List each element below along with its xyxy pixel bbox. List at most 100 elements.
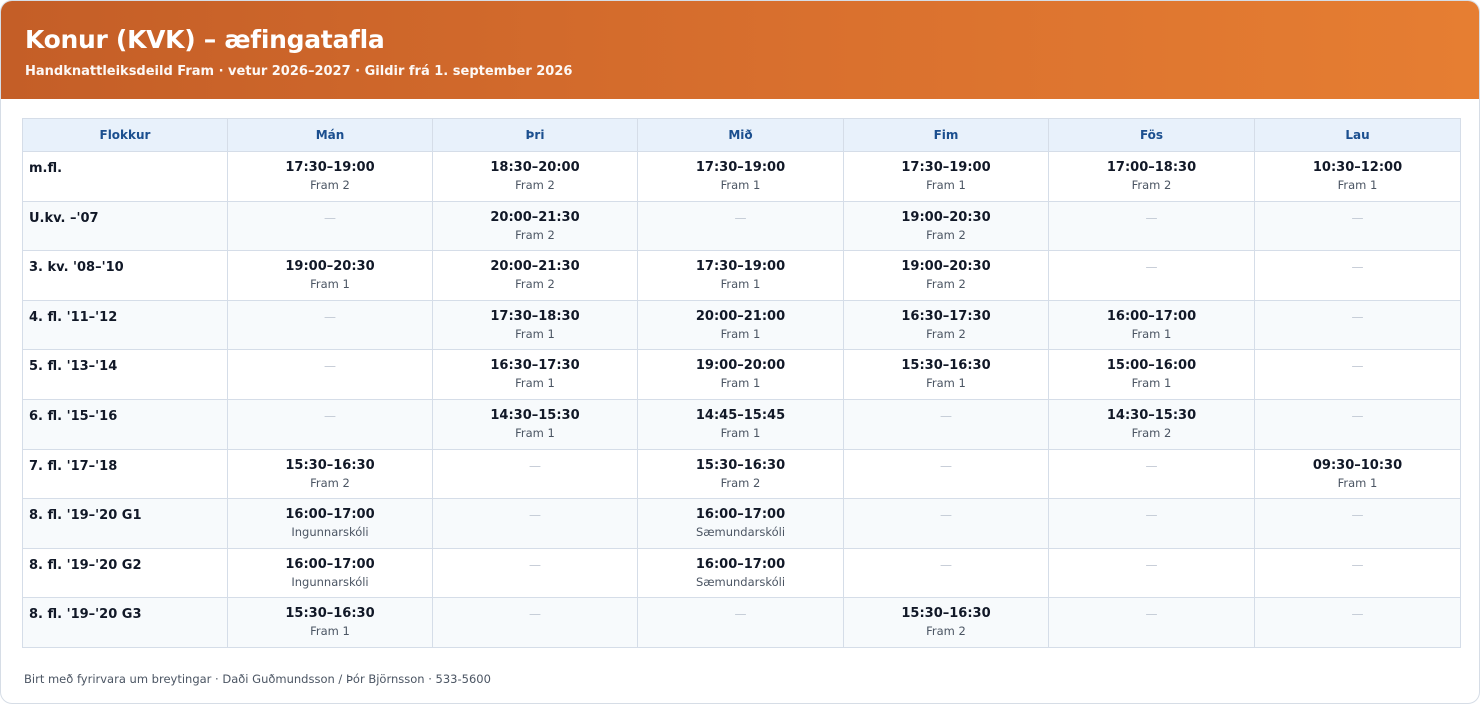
group-name-cell: 8. fl. '19–'20 G3 bbox=[22, 597, 228, 648]
empty-dash: — bbox=[1145, 210, 1158, 225]
session-cell: 14:45–15:45 Fram 1 bbox=[637, 398, 844, 450]
session-location: Fram 1 bbox=[1337, 178, 1378, 192]
empty-cell: — bbox=[432, 597, 638, 648]
table-row: 4. fl. '11–'12—17:30–18:30 Fram 1 20:00–21… bbox=[22, 299, 1461, 351]
group-name-cell: 7. fl. '17–'18 bbox=[22, 448, 228, 500]
table-row: U.kv. –'07 — 20:00–21:30 Fram 2 — 19:00–20:30… bbox=[22, 200, 1461, 252]
session-location: Fram 2 bbox=[515, 277, 555, 292]
session-cell: 16:00–17:00 Sæmundarskóli bbox=[637, 498, 844, 549]
session-location: Fram 1 bbox=[515, 425, 555, 440]
empty-dash: — bbox=[324, 210, 336, 225]
group-name-cell: U.kv. –'07 bbox=[22, 200, 228, 252]
page-title: Konur (KVK) – æfingatafla bbox=[25, 25, 385, 54]
session-time: 17:30–18:30 bbox=[490, 308, 580, 324]
empty-cell: — bbox=[432, 498, 638, 549]
session-time: 16:00–17:00 bbox=[695, 507, 786, 523]
group-name-cell: 8. fl. '19–'20 G1 bbox=[22, 498, 228, 549]
session-cell: 19:00–20:30 Fram 1 bbox=[227, 250, 433, 301]
session-time: 15:30–16:30 bbox=[695, 457, 786, 473]
session-time: 20:00–21:30 bbox=[490, 209, 580, 225]
session-time: 14:30–15:30 bbox=[490, 407, 580, 423]
table-row: 5. fl. '13–'14 — 16:30–17:30 Fram 1 19:00–20… bbox=[22, 349, 1461, 400]
table-row: 8. fl. '19–'20 G2 16:00–17:00 Ingunnarskól… bbox=[22, 547, 1461, 599]
session-cell: 15:30–16:30 Fram 2 bbox=[227, 448, 433, 500]
empty-dash: — bbox=[1351, 508, 1364, 523]
session-cell: 17:30–19:00 Fram 1 bbox=[637, 250, 844, 301]
column-header-day: Þri bbox=[432, 118, 638, 152]
table-body: m.fl. 17:30–19:00 Fram 2 18:30–20:00 Fram 21… bbox=[22, 151, 1461, 648]
header-banner: Konur (KVK) – æfingatafla Handknattleiks… bbox=[1, 1, 1479, 99]
empty-dash: — bbox=[529, 557, 541, 572]
session-location: Ingunnarskóli bbox=[291, 525, 369, 540]
session-cell: 16:00–17:00 Ingunnarskóli bbox=[227, 498, 433, 549]
empty-cell: — bbox=[1048, 547, 1255, 599]
empty-cell: — bbox=[843, 498, 1049, 549]
empty-cell: — bbox=[227, 200, 433, 252]
empty-cell: — bbox=[1254, 498, 1461, 549]
table-row: m.fl. 17:30–19:00 Fram 2 18:30–20:00 Fram 21… bbox=[22, 151, 1461, 202]
session-time: 19:00–20:30 bbox=[285, 259, 375, 275]
empty-cell: — bbox=[637, 200, 844, 252]
session-time: 17:30–19:00 bbox=[695, 160, 786, 175]
session-time: 17:00–18:30 bbox=[1106, 160, 1197, 175]
session-location: Sæmundarskóli bbox=[695, 574, 786, 589]
group-name-cell: 5. fl. '13–'14 bbox=[22, 349, 228, 400]
empty-cell: — bbox=[1048, 250, 1255, 301]
session-time: 17:30–19:00 bbox=[695, 259, 786, 275]
session-location: Fram 2 bbox=[926, 326, 966, 341]
empty-cell: — bbox=[1254, 200, 1461, 252]
empty-dash: — bbox=[1351, 210, 1364, 225]
footer-note: Birt með fyrirvara um breytingar · Daði … bbox=[24, 672, 491, 686]
column-header-day: Mán bbox=[227, 118, 433, 152]
empty-cell: — bbox=[227, 398, 433, 450]
group-name-cell: 3. kv. '08–'10 bbox=[22, 250, 228, 301]
session-time: 14:30–15:30 bbox=[1106, 407, 1197, 423]
column-header-day: Mið bbox=[637, 118, 844, 152]
empty-dash: — bbox=[1145, 557, 1158, 572]
session-time: 15:30–16:30 bbox=[901, 606, 991, 622]
session-location: Fram 2 bbox=[515, 227, 555, 242]
empty-dash: — bbox=[1351, 309, 1364, 324]
session-cell: 16:30–17:30 Fram 1 bbox=[432, 349, 638, 400]
empty-dash: — bbox=[1145, 458, 1158, 473]
empty-dash: — bbox=[529, 607, 541, 622]
session-location: Fram 1 bbox=[1131, 326, 1172, 341]
session-location: Fram 2 bbox=[310, 178, 350, 192]
empty-cell: — bbox=[1048, 200, 1255, 252]
empty-dash: — bbox=[734, 607, 747, 622]
empty-dash: — bbox=[529, 458, 541, 473]
session-time: 16:00–17:00 bbox=[285, 556, 375, 572]
empty-dash: — bbox=[940, 557, 952, 572]
page-subtitle: Handknattleiksdeild Fram · vetur 2026–20… bbox=[25, 64, 573, 79]
session-location: Fram 2 bbox=[926, 277, 966, 292]
empty-dash: — bbox=[940, 508, 952, 523]
session-cell: 15:30–16:30 Fram 1 bbox=[227, 597, 433, 648]
session-location: Fram 1 bbox=[310, 624, 350, 639]
session-location: Fram 1 bbox=[720, 376, 761, 391]
session-time: 20:00–21:30 bbox=[490, 259, 580, 275]
table-header-row: Flokkur Mán Þri Mið Fim Fös Lau bbox=[22, 118, 1461, 152]
session-cell: 17:30–18:30 Fram 1 bbox=[432, 299, 638, 351]
session-cell: 14:30–15:30 Fram 1 bbox=[432, 398, 638, 450]
session-time: 19:00–20:30 bbox=[901, 209, 991, 225]
session-time: 15:00–16:00 bbox=[1106, 358, 1197, 374]
session-location: Fram 1 bbox=[515, 376, 555, 391]
table-row: 7. fl. '17–'18 15:30–16:30 Fram 2 — 15:30–16… bbox=[22, 448, 1461, 500]
empty-cell: — bbox=[1048, 597, 1255, 648]
table-row: 8. fl. '19–'20 G1 16:00–17:00 Ingunnarskól… bbox=[22, 498, 1461, 549]
session-cell: 17:30–19:00 Fram 1 bbox=[637, 151, 844, 202]
empty-cell: — bbox=[1048, 498, 1255, 549]
empty-dash: — bbox=[940, 458, 952, 473]
session-cell: 16:30–17:30 Fram 2 bbox=[843, 299, 1049, 351]
session-cell: 20:00–21:00 Fram 1 bbox=[637, 299, 844, 351]
empty-dash: — bbox=[1351, 408, 1364, 423]
table-row: 8. fl. '19–'20 G3 15:30–16:30 Fram 1 — — 15:3… bbox=[22, 597, 1461, 648]
session-cell: 19:00–20:00 Fram 1 bbox=[637, 349, 844, 400]
session-cell: 16:00–17:00 Fram 1 bbox=[1048, 299, 1255, 351]
session-time: 15:30–16:30 bbox=[285, 457, 375, 473]
empty-dash: — bbox=[324, 359, 336, 374]
session-cell: 17:30–19:00 Fram 2 bbox=[227, 151, 433, 202]
session-cell: 17:00–18:30 Fram 2 bbox=[1048, 151, 1255, 202]
empty-cell: — bbox=[1254, 398, 1461, 450]
empty-dash: — bbox=[1351, 260, 1364, 275]
